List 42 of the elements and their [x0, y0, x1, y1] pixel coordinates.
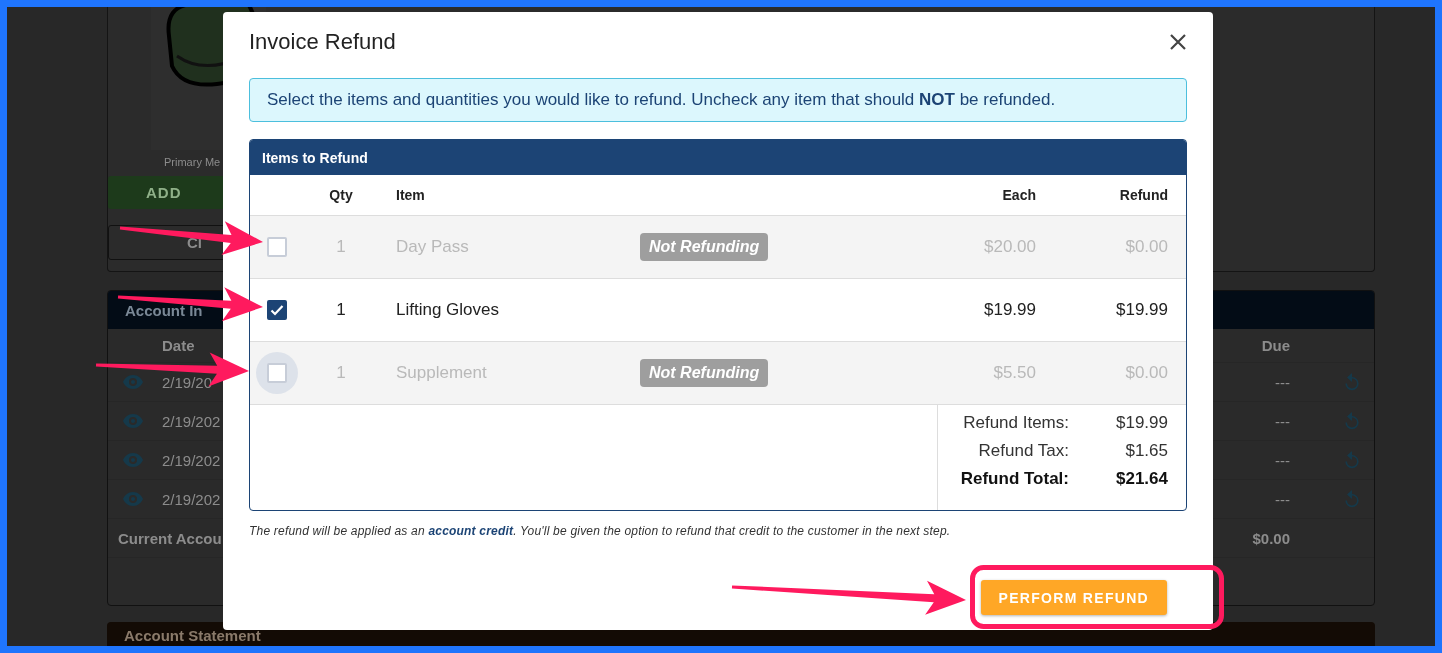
table-cell: $0.00: [1252, 529, 1290, 547]
summary-value: $19.99: [1115, 413, 1168, 433]
table-header: Items to Refund: [250, 140, 1186, 175]
table-cell: 2/19/20: [162, 373, 213, 391]
column-header: Refund: [1118, 187, 1169, 203]
table-cell-text: $5.50: [992, 363, 1036, 383]
table-cell-text: $20.00: [983, 237, 1036, 257]
column-header: Each: [1001, 187, 1036, 203]
table-cell-text: $19.99: [983, 300, 1036, 320]
column-header: Item: [395, 187, 426, 203]
table-cell-text: 1: [335, 300, 347, 320]
table-cell-text: Day Pass: [395, 237, 470, 257]
table-cell-text: $19.99: [1115, 300, 1169, 320]
table-cell-text: Current Accou: [117, 529, 222, 547]
summary-label: Refund Tax:: [977, 441, 1069, 461]
info-message: Select the items and quantities you would like to refund. Uncheck any item that should NOT be refunded.: [249, 78, 1187, 122]
summary-value: $21.64: [1115, 469, 1168, 489]
table-cell-text: $0.00: [1124, 363, 1169, 383]
table-cell: ---: [1275, 490, 1290, 508]
column-header: Due: [1261, 337, 1290, 354]
summary-label: Refund Items:: [962, 413, 1069, 433]
column-header: Qty: [328, 187, 354, 203]
column-header: Date: [162, 337, 195, 354]
table-cell: 2/19/202: [162, 490, 221, 508]
dialog-title: Invoice Refund: [249, 29, 396, 55]
table-cell-text: 1: [335, 363, 347, 383]
status-badge: Not Refunding: [640, 359, 769, 387]
refund-note: The refund will be applied as an account credit. You'll be given the option to refund that credit to the customer in the next step.: [249, 524, 952, 538]
summary-value: $1.65: [1124, 441, 1168, 461]
table-cell-text: Lifting Gloves: [395, 300, 500, 320]
image-caption: Primary Me: [164, 156, 221, 168]
table-cell-text: Supplement: [395, 363, 488, 383]
table-cell: 2/19/202: [162, 451, 221, 469]
table-cell: ---: [1275, 451, 1290, 469]
table-cell: ---: [1275, 373, 1290, 391]
table-cell-text: 1: [335, 237, 347, 257]
panel-header: Account Statement: [124, 627, 261, 644]
table-cell-text: $0.00: [1124, 237, 1169, 257]
summary-label: Refund Total:: [959, 469, 1069, 489]
status-badge: Not Refunding: [640, 233, 769, 261]
table-cell: ---: [1275, 412, 1290, 430]
table-cell: 2/19/202: [162, 412, 221, 430]
